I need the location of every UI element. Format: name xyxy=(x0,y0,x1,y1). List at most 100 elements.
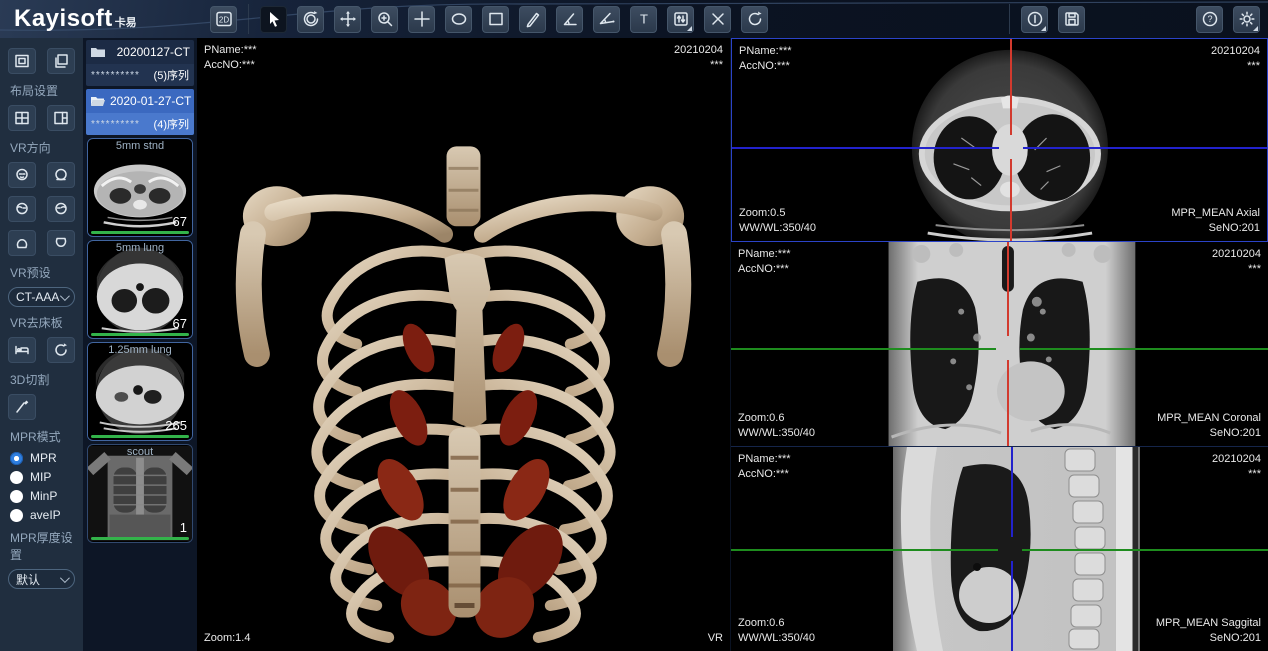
axial-patient-overlay: PName:*** AccNO:*** xyxy=(739,44,792,74)
delete-x-icon xyxy=(709,10,727,28)
sagittal-crosshair-horizontal[interactable] xyxy=(731,549,998,551)
toolbar-separator xyxy=(1009,4,1010,34)
coronal-crosshair-horizontal[interactable] xyxy=(731,348,996,350)
remove-bed-button[interactable] xyxy=(8,337,36,363)
crosshair-icon xyxy=(413,10,431,28)
axial-study-overlay: 20210204 *** xyxy=(1211,44,1260,74)
axial-crosshair-horizontal[interactable] xyxy=(1023,147,1267,149)
cursor-tool-button[interactable] xyxy=(260,6,287,33)
text-tool-icon: T xyxy=(635,10,653,28)
delete-tool-button[interactable] xyxy=(704,6,731,33)
vr-orient-foot-icon xyxy=(53,235,69,251)
rotate-3d-tool-button[interactable] xyxy=(297,6,324,33)
series-thumbnail-125mm-lung[interactable]: 1.25mm lung 265 xyxy=(87,342,193,441)
cobb-angle-icon xyxy=(598,10,616,28)
sagittal-crosshair-vertical[interactable] xyxy=(1011,447,1013,537)
svg-text:2D: 2D xyxy=(218,16,228,25)
vr-study-overlay: 20210204 *** xyxy=(674,43,723,73)
sagittal-patient-overlay: PName:*** AccNO:*** xyxy=(738,452,791,482)
coronal-crosshair-vertical[interactable] xyxy=(1007,360,1009,446)
sagittal-viewport[interactable]: PName:*** AccNO:*** 20210204 *** Zoom:0.… xyxy=(731,447,1268,651)
thumbnail-progress-bar xyxy=(91,231,189,234)
bed-icon xyxy=(14,342,30,358)
study-masked-name: ********** xyxy=(91,119,140,130)
mpr-mode-radio-aveip[interactable]: aveIP xyxy=(8,508,75,522)
info-button[interactable] xyxy=(1021,6,1048,33)
reset-icon xyxy=(746,10,764,28)
layout-compare-button[interactable] xyxy=(47,48,75,74)
mpr-thickness-dropdown[interactable]: 默认 xyxy=(8,569,75,589)
layout-split-button[interactable] xyxy=(47,105,75,131)
sagittal-crosshair-vertical[interactable] xyxy=(1011,561,1013,651)
mpr-mode-radio-mip[interactable]: MIP xyxy=(8,470,75,484)
radio-label: aveIP xyxy=(30,508,61,522)
patient-name: PName:*** xyxy=(738,452,791,467)
rectangle-tool-button[interactable] xyxy=(482,6,509,33)
vr-orient-anterior-button[interactable] xyxy=(8,162,36,188)
pan-tool-button[interactable] xyxy=(334,6,361,33)
sagittal-crosshair-horizontal[interactable] xyxy=(1022,549,1268,551)
masked-value: *** xyxy=(1211,59,1260,74)
pencil-tool-button[interactable] xyxy=(519,6,546,33)
help-button[interactable]: ? xyxy=(1196,6,1223,33)
reset-tool-button[interactable] xyxy=(741,6,768,33)
axial-crosshair-vertical[interactable] xyxy=(1010,39,1012,135)
series-thumbnail-5mm-stnd[interactable]: 5mm stnd 67 xyxy=(87,138,193,237)
vr-reset-button[interactable] xyxy=(47,337,75,363)
thumbnail-label: 5mm stnd xyxy=(88,140,192,152)
rectangle-icon xyxy=(487,10,505,28)
series-panel: 20200127-CT ********** (5)序列 2020-01-27-… xyxy=(83,38,197,651)
rotate-3d-icon xyxy=(302,10,320,28)
series-thumbnail-5mm-lung[interactable]: 5mm lung 67 xyxy=(87,240,193,339)
vr-orient-foot-button[interactable] xyxy=(47,230,75,256)
save-button[interactable] xyxy=(1058,6,1085,33)
text-tool-button[interactable]: T xyxy=(630,6,657,33)
coronal-crosshair-horizontal[interactable] xyxy=(1020,348,1268,350)
vr-bed-section-label: VR去床板 xyxy=(10,314,75,331)
vr-orient-left-button[interactable] xyxy=(8,196,36,222)
dropdown-corner xyxy=(1041,26,1046,31)
vr-preset-dropdown[interactable]: CT-AAA xyxy=(8,287,75,307)
series-thumbnail-scout[interactable]: scout 1 xyxy=(87,444,193,543)
axial-crosshair-horizontal[interactable] xyxy=(732,147,999,149)
window-level-tool-button[interactable] xyxy=(667,6,694,33)
layout-single-button[interactable] xyxy=(8,48,36,74)
thumbnail-image-count: 265 xyxy=(165,418,187,433)
mpr-thickness-section-label: MPR厚度设置 xyxy=(10,529,75,563)
angle-tool-button[interactable] xyxy=(556,6,583,33)
chevron-down-icon xyxy=(60,573,70,583)
reset-icon xyxy=(53,342,69,358)
study-item-2[interactable]: 2020-01-27-CT ********** (4)序列 xyxy=(86,89,194,135)
thumbnail-progress-bar xyxy=(91,435,189,438)
crosshair-tool-button[interactable] xyxy=(408,6,435,33)
dropdown-corner xyxy=(1253,26,1258,31)
study-item-1[interactable]: 20200127-CT ********** (5)序列 xyxy=(86,40,194,86)
masked-value: *** xyxy=(1212,262,1261,277)
cobb-angle-tool-button[interactable] xyxy=(593,6,620,33)
vr-orient-right-button[interactable] xyxy=(47,196,75,222)
accession-number: AccNO:*** xyxy=(739,59,792,74)
coronal-viewport[interactable]: PName:*** AccNO:*** 20210204 *** Zoom:0.… xyxy=(731,242,1268,447)
layout-grid-2x2-button[interactable] xyxy=(8,105,36,131)
mpr-mode-radio-minp[interactable]: MinP xyxy=(8,489,75,503)
axial-viewport[interactable]: PName:*** AccNO:*** 20210204 *** Zoom:0.… xyxy=(731,38,1268,242)
mpr-thickness-value: 默认 xyxy=(16,571,40,588)
mpr-mode-radio-mpr[interactable]: MPR xyxy=(8,451,75,465)
zoom-tool-button[interactable] xyxy=(371,6,398,33)
cut-3d-button[interactable] xyxy=(8,394,36,420)
study-series-count: (4)序列 xyxy=(154,116,189,132)
logo-text: Kayisoft xyxy=(14,5,113,33)
ellipse-tool-button[interactable] xyxy=(445,6,472,33)
coronal-crosshair-vertical[interactable] xyxy=(1007,242,1009,336)
layout-grid-2x2-icon xyxy=(14,110,30,126)
window-width-level: WW/WL:350/40 xyxy=(738,426,815,441)
settings-button[interactable] xyxy=(1233,6,1260,33)
svg-text:T: T xyxy=(640,12,648,27)
save-icon xyxy=(1063,10,1081,28)
vr-viewport[interactable]: PName:*** AccNO:*** 20210204 *** Zoom:1.… xyxy=(197,38,731,651)
axial-crosshair-vertical[interactable] xyxy=(1010,159,1012,241)
window-width-level: WW/WL:350/40 xyxy=(738,631,815,646)
vr-orient-posterior-button[interactable] xyxy=(47,162,75,188)
vr-orient-head-button[interactable] xyxy=(8,230,36,256)
2d-view-button[interactable]: 2D xyxy=(210,6,237,33)
